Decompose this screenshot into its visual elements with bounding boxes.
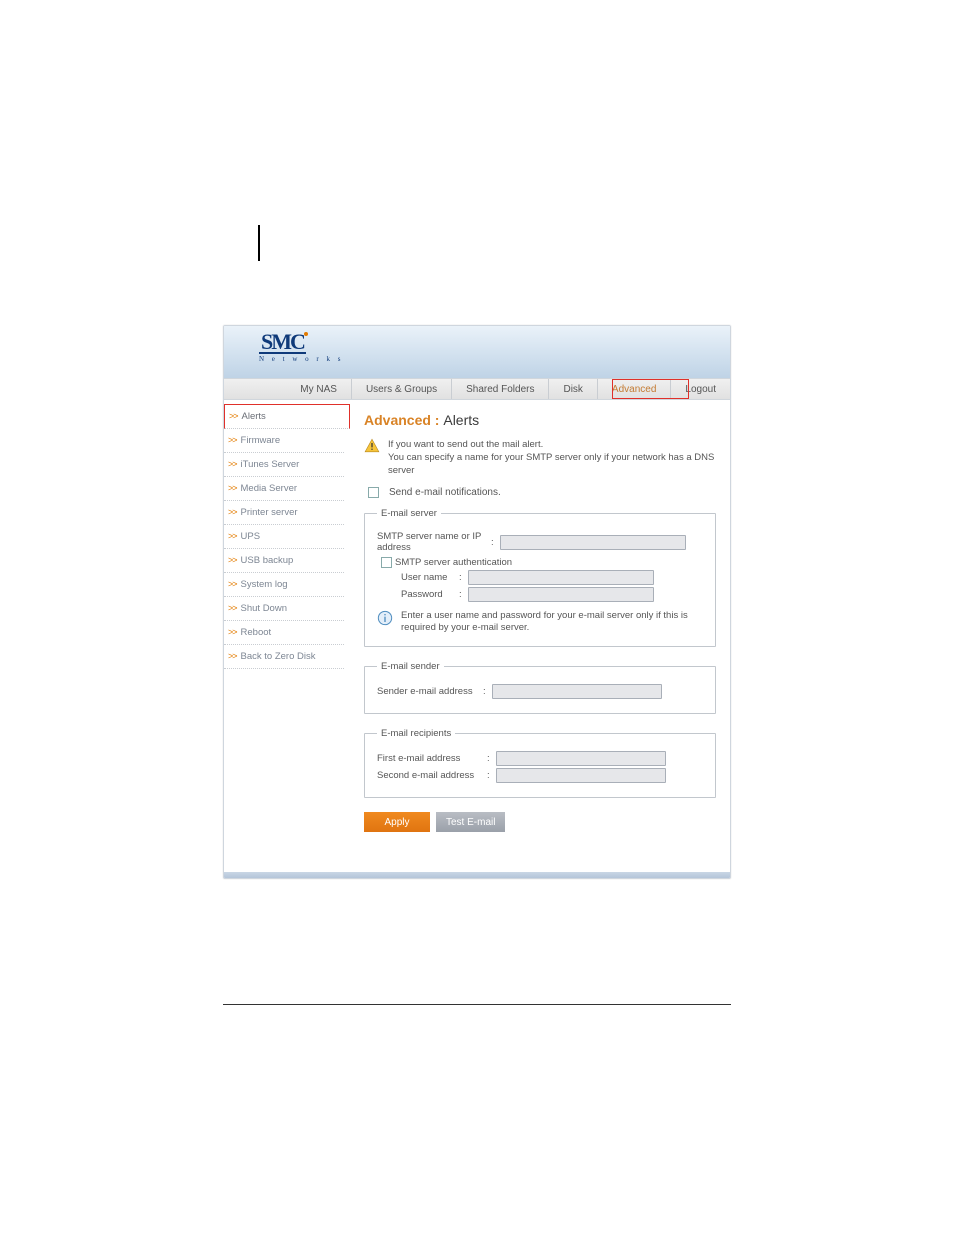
page-footer-rule [223,1004,731,1005]
nav-users-groups[interactable]: Users & Groups [351,379,451,399]
legend-email-recipients: E-mail recipients [377,728,455,739]
chevron-icon: >> [228,483,237,494]
sidebar-item-label: USB backup [241,555,294,566]
sidebar-item-usb-backup[interactable]: >> USB backup [224,549,344,573]
sidebar-item-label: Shut Down [241,603,287,614]
smtp-auth-checkbox[interactable] [381,557,392,568]
sidebar-item-printer[interactable]: >> Printer server [224,501,344,525]
second-email-input[interactable] [496,768,666,783]
sidebar-item-itunes[interactable]: >> iTunes Server [224,453,344,477]
button-label: Apply [384,817,409,828]
test-email-button[interactable]: Test E-mail [436,812,505,832]
info-text: Enter a user name and password for your … [401,610,703,634]
nav-label: Users & Groups [366,384,437,395]
nav-my-nas[interactable]: My NAS [286,379,351,399]
sender-address-label: Sender e-mail address [377,686,477,697]
sidebar-item-system-log[interactable]: >> System log [224,573,344,597]
footer-gradient-bar [224,872,730,878]
second-email-label: Second e-mail address [377,770,481,781]
nav-label: Logout [685,384,716,395]
colon: : [477,686,492,697]
username-input[interactable] [468,570,654,585]
sidebar-item-label: Alerts [242,411,266,422]
warning-note: If you want to send out the mail alert. … [364,438,716,477]
send-notifications-checkbox[interactable] [368,487,379,498]
nav-shared-folders[interactable]: Shared Folders [451,379,548,399]
legend-email-sender: E-mail sender [377,661,444,672]
sidebar-item-label: UPS [241,531,261,542]
warning-line1: If you want to send out the mail alert. [388,438,716,451]
title-main: Alerts [443,412,479,428]
password-label: Password [401,589,453,600]
sidebar-item-label: System log [241,579,288,590]
nav-label: My NAS [300,384,337,395]
sidebar-item-media[interactable]: >> Media Server [224,477,344,501]
chevron-icon: >> [228,507,237,518]
sidebar-item-alerts[interactable]: >> Alerts [224,404,350,429]
logo-subtext: N e t w o r k s [259,355,343,363]
colon: : [481,753,496,764]
chevron-icon: >> [228,579,237,590]
chevron-icon: >> [228,627,237,638]
colon: : [453,572,468,583]
chevron-icon: >> [228,531,237,542]
title-prefix: Advanced : [364,412,443,428]
warning-line2: You can specify a name for your SMTP ser… [388,451,716,477]
chevron-icon: >> [228,651,237,662]
sidebar-item-label: iTunes Server [241,459,300,470]
legend-email-server: E-mail server [377,508,441,519]
nav-label: Disk [563,384,582,395]
username-label: User name [401,572,453,583]
sidebar-item-label: Reboot [241,627,272,638]
password-input[interactable] [468,587,654,602]
colon: : [453,589,468,600]
info-circle-icon [377,610,393,626]
sidebar-item-firmware[interactable]: >> Firmware [224,429,344,453]
sidebar-item-back-to-zero[interactable]: >> Back to Zero Disk [224,645,344,669]
chevron-icon: >> [228,555,237,566]
fieldset-email-server: E-mail server SMTP server name or IP add… [364,508,716,647]
sidebar-item-label: Back to Zero Disk [241,651,316,662]
fieldset-email-recipients: E-mail recipients First e-mail address :… [364,728,716,798]
chevron-icon: >> [229,411,238,422]
smtp-address-label: SMTP server name or IP address [377,531,485,553]
fieldset-email-sender: E-mail sender Sender e-mail address : [364,661,716,714]
sidebar-item-label: Printer server [241,507,298,518]
sender-address-input[interactable] [492,684,662,699]
send-notifications-label: Send e-mail notifications. [389,487,501,498]
apply-button[interactable]: Apply [364,812,430,832]
sidebar-item-reboot[interactable]: >> Reboot [224,621,344,645]
chevron-icon: >> [228,435,237,446]
sidebar: >> Alerts >> Firmware >> iTunes Server >> M… [224,400,350,872]
smtp-auth-label: SMTP server authentication [395,557,512,568]
first-email-label: First e-mail address [377,753,481,764]
sidebar-item-ups[interactable]: >> UPS [224,525,344,549]
chevron-icon: >> [228,603,237,614]
first-email-input[interactable] [496,751,666,766]
logo-text: SMC [259,332,306,354]
logo-dot-icon [304,332,308,336]
text-cursor-mark [258,225,260,261]
page-title: Advanced : Alerts [364,412,716,428]
nav-label: Shared Folders [466,384,534,395]
chevron-icon: >> [228,459,237,470]
sidebar-item-label: Media Server [241,483,298,494]
sidebar-item-shut-down[interactable]: >> Shut Down [224,597,344,621]
main-content: Advanced : Alerts If you want to send ou… [350,400,730,872]
sidebar-item-label: Firmware [241,435,281,446]
header-banner: SMC N e t w o r k s [224,326,730,378]
app-window: SMC N e t w o r k s My NAS Users & Group… [223,325,731,879]
colon: : [481,770,496,781]
smc-logo: SMC N e t w o r k s [259,332,343,363]
button-label: Test E-mail [446,817,495,828]
smtp-address-input[interactable] [500,535,686,550]
nav-disk[interactable]: Disk [548,379,596,399]
warning-triangle-icon [364,438,380,453]
nav-advanced-highlight [612,379,689,399]
colon: : [485,537,500,548]
